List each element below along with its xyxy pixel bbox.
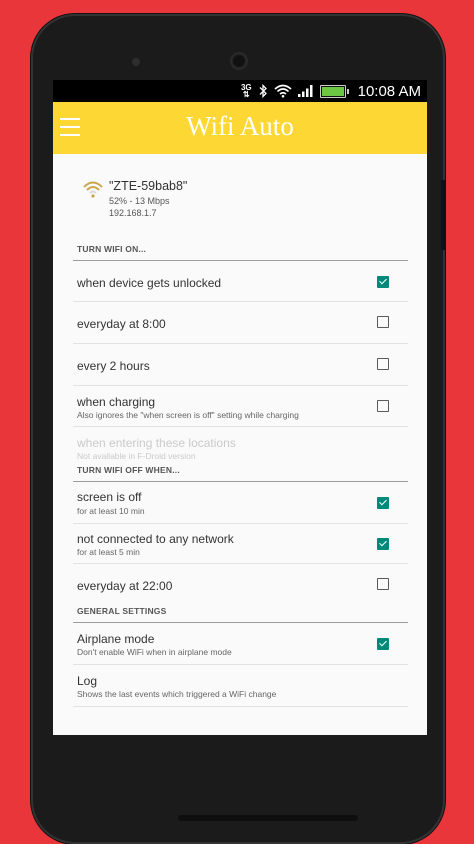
pref-title: when device gets unlocked [77,276,222,290]
pref-screen-off[interactable]: screen is off for at least 10 min [73,482,408,524]
status-time: 10:08 AM [357,82,421,100]
pref-everyday-22[interactable]: everyday at 22:00 [73,564,408,604]
pref-when-charging[interactable]: when charging Also ignores the "when scr… [73,386,408,427]
cell-signal-icon [297,85,313,97]
wifi-ssid: "ZTE-59bab8" [109,179,188,193]
pref-summary: for at least 10 min [77,506,145,516]
pref-summary: Not available in F-Droid version [77,451,196,461]
pref-everyday-8[interactable]: everyday at 8:00 [73,302,408,344]
pref-locations: when entering these locations Not availa… [73,427,408,463]
checkbox-device-unlocked[interactable] [377,276,389,288]
wifi-icon [83,181,103,198]
earpiece-speaker [230,52,248,70]
pref-title: Log [77,674,98,688]
app-title: Wifi Auto [186,111,294,141]
pref-title: everyday at 8:00 [77,317,166,331]
checkbox-everyday-22[interactable] [377,578,389,590]
section-header-general: GENERAL SETTINGS [73,604,408,623]
pref-every-2-hours[interactable]: every 2 hours [73,344,408,386]
phone-screen: 3G ⇅ 10:08 AM Wifi Auto "ZTE-59bab8" 52%… [53,80,427,735]
pref-summary: Shows the last events which triggered a … [77,689,277,699]
pref-summary: Also ignores the "when screen is off" se… [77,410,299,420]
pref-title: when entering these locations [77,436,236,450]
checkbox-not-connected[interactable] [377,538,389,550]
pref-airplane-mode[interactable]: Airplane mode Don't enable WiFi when in … [73,623,408,665]
network-type-icon: 3G ⇅ [240,83,252,99]
pref-not-connected[interactable]: not connected to any network for at leas… [73,524,408,564]
wifi-signal: 52% - 13 Mbps [109,196,170,206]
bluetooth-icon [259,84,267,98]
wifi-status-icon [274,84,292,98]
bottom-speaker [178,815,358,821]
pref-device-unlocked[interactable]: when device gets unlocked [73,261,408,302]
checkbox-airplane-mode[interactable] [377,638,389,650]
pref-log[interactable]: Log Shows the last events which triggere… [73,665,408,707]
checkbox-everyday-8[interactable] [377,316,389,328]
pref-title: every 2 hours [77,359,150,373]
pref-summary: for at least 5 min [77,547,140,557]
pref-title: screen is off [77,490,142,504]
pref-title: when charging [77,395,156,409]
section-header-turn-on: TURN WIFI ON... [73,242,408,261]
pref-title: Airplane mode [77,632,155,646]
pref-title: everyday at 22:00 [77,579,173,593]
current-wifi-info: "ZTE-59bab8" 52% - 13 Mbps 192.168.1.7 [53,154,427,242]
wifi-ip: 192.168.1.7 [109,208,157,218]
battery-level [321,86,344,96]
status-bar: 3G ⇅ 10:08 AM [53,80,427,102]
checkbox-when-charging[interactable] [377,400,389,412]
side-power-button [441,180,445,250]
front-camera [132,58,140,66]
battery-icon [319,84,349,98]
checkbox-screen-off[interactable] [377,497,389,509]
checkbox-every-2-hours[interactable] [377,358,389,370]
section-header-turn-off: TURN WIFI OFF WHEN... [73,463,408,482]
pref-title: not connected to any network [77,532,234,546]
settings-list: "ZTE-59bab8" 52% - 13 Mbps 192.168.1.7 T… [53,154,427,707]
pref-summary: Don't enable WiFi when in airplane mode [77,647,232,657]
app-bar: Wifi Auto [53,102,427,154]
